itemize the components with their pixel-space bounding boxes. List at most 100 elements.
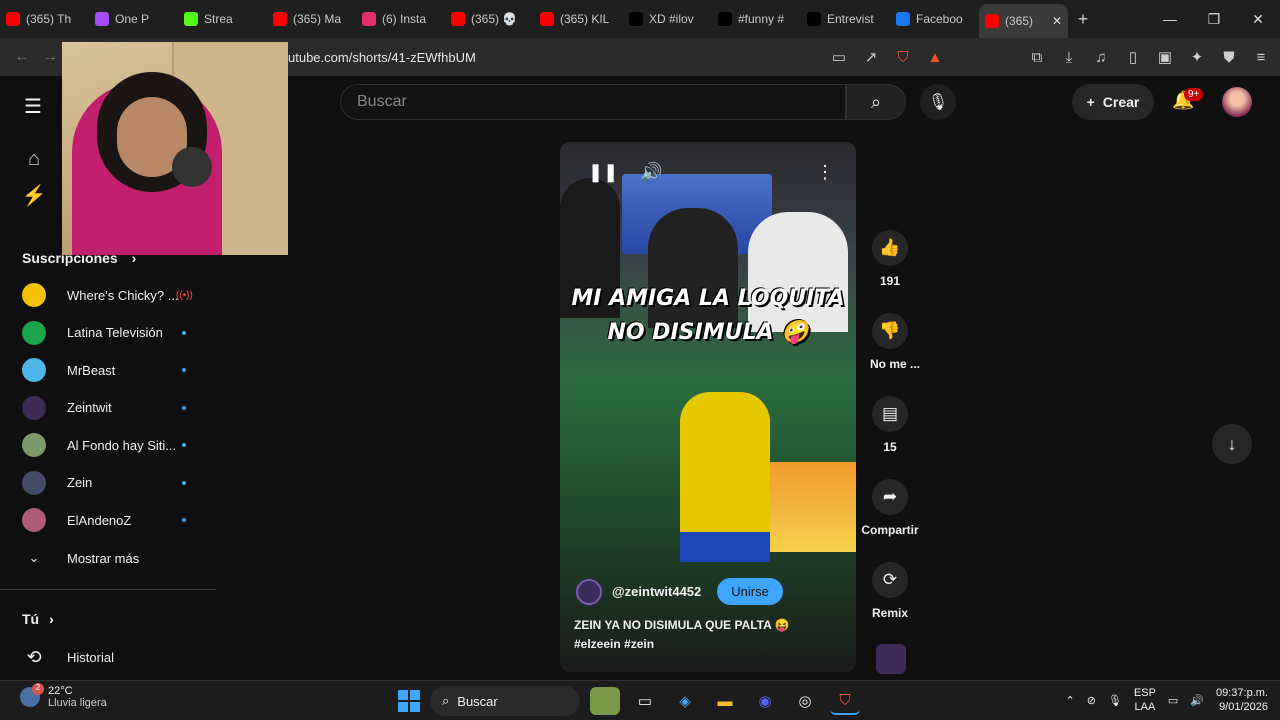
audio-channel-thumbnail[interactable] xyxy=(876,644,906,674)
create-button[interactable]: + Crear xyxy=(1072,84,1154,120)
remix-button[interactable]: ⟳ Remix xyxy=(860,562,920,620)
media-icon[interactable]: ♫ xyxy=(1092,46,1110,68)
next-short-button[interactable]: ↓ xyxy=(1212,424,1252,464)
join-button[interactable]: Unirse xyxy=(717,578,783,605)
close-window-icon[interactable]: ✕ xyxy=(1236,11,1280,28)
tray-chevron-up-icon[interactable]: ⌃ xyxy=(1065,694,1074,707)
video-description: ZEIN YA NO DISIMULA QUE PALTA 😝 #elzeein… xyxy=(574,616,844,654)
browser-tab[interactable]: Strea xyxy=(178,4,267,34)
discord-icon[interactable]: ◉ xyxy=(750,687,780,715)
sidebar-icon[interactable]: ▯ xyxy=(1124,46,1142,68)
maximize-icon[interactable]: ❐ xyxy=(1192,11,1236,28)
speaker-icon[interactable]: 🔊 xyxy=(1190,694,1204,707)
subscription-item[interactable]: Al Fondo hay Siti... xyxy=(22,430,202,460)
subscription-item[interactable]: Where's Chicky? ... ((•)) xyxy=(22,280,202,310)
new-tab-button[interactable]: + xyxy=(1068,9,1098,30)
subscription-item[interactable]: Zeintwit xyxy=(22,393,202,423)
network-off-icon[interactable]: ⊘ xyxy=(1087,694,1096,707)
new-content-dot xyxy=(182,443,186,447)
tab-label: One P xyxy=(115,12,150,26)
browser-tab-bar: (365) Th One P Strea (365) Ma (6) Insta (365)… xyxy=(0,0,1280,38)
download-icon[interactable]: ⤓ xyxy=(1060,46,1078,68)
subscription-item[interactable]: ElAndenoZ xyxy=(22,505,202,535)
screenshot-icon[interactable]: ⧉ xyxy=(1028,46,1046,68)
weather-desc: Lluvia ligera xyxy=(48,697,107,709)
close-tab-icon[interactable]: ✕ xyxy=(1052,14,1062,28)
show-more-button[interactable]: ⌄ Mostrar más xyxy=(22,543,202,573)
subscription-item[interactable]: MrBeast xyxy=(22,355,202,385)
more-options-icon[interactable]: ⋮ xyxy=(816,162,834,183)
game-app-icon[interactable] xyxy=(590,687,620,715)
search-input[interactable]: Buscar xyxy=(340,84,846,120)
share-button[interactable]: ➦ Compartir xyxy=(860,479,920,537)
back-icon[interactable]: ← xyxy=(8,48,36,66)
brave-rewards-icon[interactable]: ▲ xyxy=(926,46,944,68)
brave-shields-icon[interactable]: ⛉ xyxy=(894,46,912,68)
tray-microphone-icon[interactable]: 🎙 xyxy=(1108,694,1122,707)
task-view-icon[interactable]: ▭ xyxy=(630,687,660,715)
browser-tab[interactable]: One P xyxy=(89,4,178,34)
share-page-icon[interactable]: ↗ xyxy=(862,46,880,68)
subscription-item[interactable]: Zein xyxy=(22,468,202,498)
browser-tab[interactable]: (6) Insta xyxy=(356,4,445,34)
obs-icon[interactable]: ◎ xyxy=(790,687,820,715)
voice-search-button[interactable]: 🎙 xyxy=(920,84,956,120)
pause-icon[interactable]: ❚❚ xyxy=(588,162,618,183)
browser-tab[interactable]: Entrevist xyxy=(801,4,890,34)
browser-tab[interactable]: (365) Ma xyxy=(267,4,356,34)
volume-icon[interactable]: 🔊 xyxy=(640,162,662,183)
browser-tab[interactable]: (365) Th xyxy=(0,4,89,34)
new-content-dot xyxy=(182,330,186,335)
user-avatar[interactable] xyxy=(1222,87,1252,117)
vpn-icon[interactable]: ⛊ xyxy=(1220,46,1238,68)
new-content-dot xyxy=(182,480,186,485)
history-label: Historial xyxy=(67,649,114,665)
forward-icon[interactable]: → xyxy=(36,48,64,66)
leo-icon[interactable]: ✦ xyxy=(1188,46,1206,68)
channel-info: @zeintwit4452 Unirse xyxy=(576,578,783,605)
browser-tab[interactable]: Faceboo xyxy=(890,4,979,34)
dislike-button[interactable]: 👎 No me ... xyxy=(860,313,920,371)
windows-start-icon[interactable] xyxy=(398,690,420,712)
browser-tab[interactable]: (365) KIL xyxy=(534,4,623,34)
display-icon[interactable]: ▭ xyxy=(1168,694,1178,707)
subscription-name: MrBeast xyxy=(67,362,116,378)
you-title: Tú xyxy=(22,611,40,627)
copilot-icon[interactable]: ◈ xyxy=(670,687,700,715)
browser-tab[interactable]: #funny # xyxy=(712,4,801,34)
menu-icon[interactable]: ≡ xyxy=(1252,46,1270,68)
browser-tab[interactable]: (365) ✕ xyxy=(979,4,1068,38)
search-button[interactable]: ⌕ xyxy=(846,84,906,120)
language-indicator[interactable]: ESP LAA xyxy=(1134,686,1156,714)
sidebar-item-history[interactable]: ⟲ Historial xyxy=(22,642,202,672)
clock[interactable]: 09:37:p.m. 9/01/2026 xyxy=(1216,686,1268,714)
wallet-icon[interactable]: ▣ xyxy=(1156,46,1174,68)
weather-widget[interactable]: 2 22°C Lluvia ligera xyxy=(20,683,107,709)
subscription-name: ElAndenoZ xyxy=(67,512,132,528)
url-actions: ▭ ↗ ⛉ ▲ xyxy=(830,46,944,68)
show-more-label: Mostrar más xyxy=(67,550,140,566)
taskbar-search[interactable]: ⌕ Buscar xyxy=(430,686,580,716)
comments-button[interactable]: ▤ 15 xyxy=(860,396,920,454)
hamburger-menu-icon[interactable]: ☰ xyxy=(24,94,44,119)
subscription-item[interactable]: Latina Televisión xyxy=(22,318,202,348)
home-icon[interactable]: ⌂ xyxy=(24,148,44,170)
browser-tab[interactable]: (365) 💀 xyxy=(445,4,534,34)
description-hashtags[interactable]: #elzeein #zein xyxy=(574,635,844,654)
file-explorer-icon[interactable]: ▬ xyxy=(710,687,740,715)
shorts-video-player[interactable]: MI AMIGA LA LOQUITA NO DISIMULA 🤪 ❚❚ 🔊 ⋮… xyxy=(560,142,856,672)
subscription-name: Latina Televisión xyxy=(67,325,163,340)
channel-avatar[interactable] xyxy=(576,578,602,605)
like-button[interactable]: 👍 191 xyxy=(860,230,920,288)
tab-label: (365) KIL xyxy=(560,12,610,26)
minimize-icon[interactable]: — xyxy=(1148,11,1192,28)
channel-avatar xyxy=(22,470,46,495)
tab-label: #funny # xyxy=(738,12,785,26)
webcam-microphone xyxy=(172,147,212,187)
brave-browser-icon[interactable]: ⛉ xyxy=(830,687,860,715)
you-section-header[interactable]: Tú › xyxy=(22,604,202,634)
cast-icon[interactable]: ▭ xyxy=(830,46,848,68)
browser-tab[interactable]: XD #ilov xyxy=(623,4,712,34)
shorts-icon[interactable]: ⚡ xyxy=(22,184,47,207)
channel-name[interactable]: @zeintwit4452 xyxy=(612,584,701,599)
